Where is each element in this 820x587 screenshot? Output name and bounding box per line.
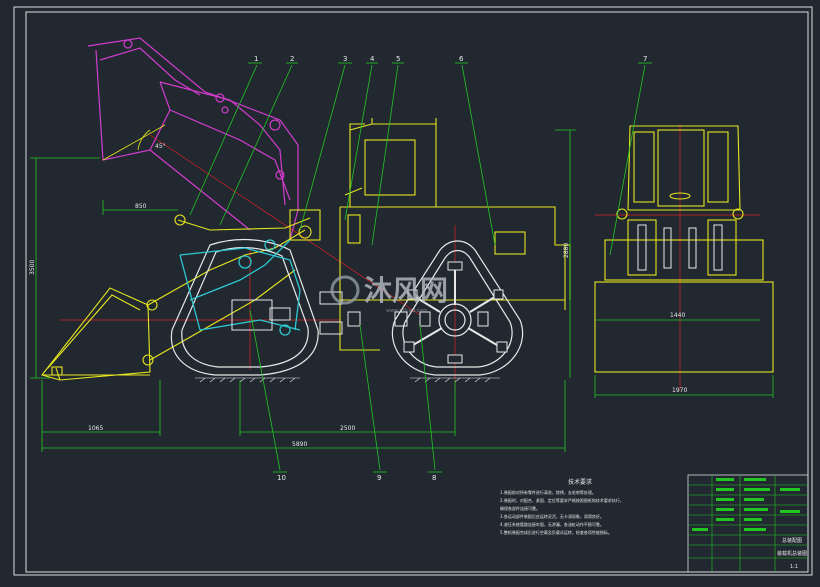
title-block-sub: 装载机总装图 (777, 550, 807, 557)
dim-850: 850 (135, 203, 147, 210)
title-block-code: 1:1 (790, 564, 798, 570)
part-label-4: 4 (370, 55, 375, 63)
note-line-5: 4.液压系统管路连接牢固，无渗漏，各油缸动作平稳可靠。 (500, 521, 604, 527)
note-line-6: 5.整机装配完成后进行空载及负载试运转，检查各项性能指标。 (500, 529, 612, 535)
part-label-5: 5 (396, 55, 400, 63)
part-label-1: 1 (254, 55, 258, 63)
part-label-7: 7 (643, 55, 647, 63)
part-label-9: 9 (377, 474, 381, 482)
part-label-8: 8 (432, 474, 436, 482)
note-line-2: 2.装配时，对配合、紧固、定位等要求严格按照图纸和技术要求执行， (500, 497, 624, 503)
dim-angle: 45° (155, 143, 166, 150)
note-line-1: 1.装配前对所有零件进行清洗，除锈，去毛刺等处理。 (500, 489, 596, 495)
dim-3500: 3500 (29, 260, 36, 275)
cad-drawing: 1 2 3 4 5 6 7 8 9 10 850 3500 2880 1065 … (0, 0, 820, 583)
dim-1440: 1440 (670, 312, 685, 319)
part-label-3: 3 (343, 55, 347, 63)
note-line-4: 3.各运动部件装配后应运转灵活，无卡滞现象，润滑良好。 (500, 513, 604, 519)
title-block-name: 总装配图 (782, 537, 802, 544)
note-line-3: 确保各部件连接可靠。 (500, 505, 540, 511)
part-label-2: 2 (290, 55, 294, 63)
dim-2500: 2500 (340, 425, 355, 432)
part-label-10: 10 (277, 474, 286, 482)
watermark-text: 沐风网 (364, 274, 448, 307)
dim-1065: 1065 (88, 425, 103, 432)
dim-2880: 2880 (563, 243, 570, 258)
drawing-canvas: 1 2 3 4 5 6 7 8 9 10 850 3500 2880 1065 … (0, 0, 820, 583)
dim-1970: 1970 (672, 387, 687, 394)
dim-5890: 5890 (292, 441, 307, 448)
watermark-sub: www.mfcad.com (386, 308, 427, 314)
part-label-6: 6 (459, 55, 464, 63)
notes-title: 技术要求 (568, 478, 592, 486)
